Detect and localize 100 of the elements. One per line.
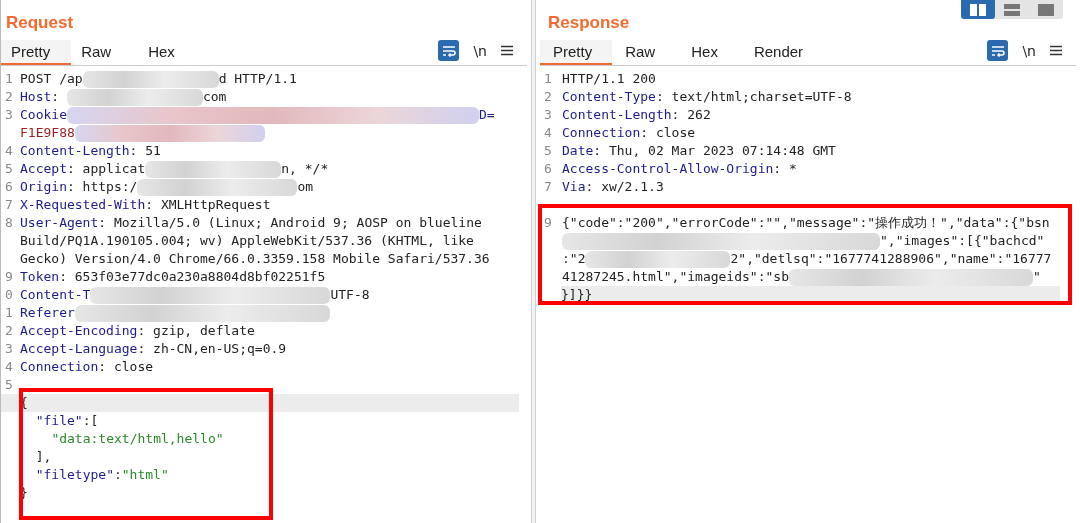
code-text: " bbox=[1033, 268, 1041, 286]
code-text: Origin bbox=[20, 178, 67, 196]
newline-toggle[interactable]: \n bbox=[473, 42, 487, 59]
line-number: 3 bbox=[5, 341, 13, 356]
code-text: Connection bbox=[20, 358, 99, 376]
wrap-toggle[interactable] bbox=[438, 40, 460, 61]
code-text: Content-Type bbox=[562, 88, 656, 106]
view-tab[interactable]: Pretty bbox=[540, 40, 613, 65]
code-text: 2","detlsq":"1677741288906","name":"16777 bbox=[730, 250, 1052, 268]
code-text: "html" bbox=[121, 466, 169, 484]
line-number: 2 bbox=[5, 323, 13, 338]
code-text: : applicat bbox=[66, 160, 146, 178]
code-text: D= bbox=[478, 106, 495, 124]
code-text: 41287245.html","imageids":"sb bbox=[562, 268, 789, 286]
line-number: 9 bbox=[544, 215, 552, 230]
code-text: {"code":"200","errorCode":"","message":"操作成功！","data":{"bsn bbox=[562, 214, 1050, 232]
menu-icon bbox=[1050, 45, 1062, 56]
code-text: Content-Length bbox=[20, 142, 130, 160]
code-text: Host bbox=[20, 88, 52, 106]
pane-title: Request bbox=[6, 13, 74, 33]
code-text: "filetype" bbox=[35, 466, 114, 484]
wrap-toggle[interactable] bbox=[987, 40, 1009, 61]
line-number: 3 bbox=[544, 107, 552, 122]
code-text: : 262 bbox=[671, 106, 711, 124]
code-text: Gecko) Version/4.0 Chrome/66.0.3359.158 Mobile Safari/537.36 bbox=[20, 250, 490, 268]
code-text: Via bbox=[562, 178, 586, 196]
wrap-lines-icon bbox=[990, 44, 1005, 57]
code-text: : gzip, deflate bbox=[137, 322, 255, 340]
line-number: 4 bbox=[544, 125, 552, 140]
code-text: Access-Control-Allow-Origin bbox=[562, 160, 774, 178]
line-number: 7 bbox=[544, 179, 552, 194]
columns-icon bbox=[970, 3, 986, 16]
code-text: :[ bbox=[82, 412, 99, 430]
code-text: d HTTP/1.1 bbox=[218, 70, 297, 88]
code-text: : xw/2.1.3 bbox=[585, 178, 664, 196]
code-text: X-Requested-With bbox=[20, 196, 146, 214]
line-number: 9 bbox=[5, 269, 13, 284]
code-text: UTF-8 bbox=[330, 286, 370, 304]
code-text: n, */* bbox=[281, 160, 329, 178]
line-number: 1 bbox=[5, 71, 13, 86]
code-text: : zh-CN,en-US;q=0.9 bbox=[137, 340, 287, 358]
line-number: 4 bbox=[5, 359, 13, 374]
newline-toggle[interactable]: \n bbox=[1022, 42, 1036, 59]
code-text: :"2 bbox=[562, 250, 586, 268]
code-text: : 51 bbox=[129, 142, 161, 160]
code-text: Connection bbox=[562, 124, 641, 142]
line-number: 1 bbox=[544, 71, 552, 86]
line-number: 2 bbox=[5, 89, 13, 104]
view-tab[interactable]: Render bbox=[740, 40, 827, 65]
menu-button[interactable] bbox=[1050, 45, 1062, 56]
code-text: Date bbox=[562, 142, 594, 160]
code-text: : * bbox=[773, 160, 797, 178]
layout-toggle[interactable] bbox=[961, 0, 995, 19]
code-text: : text/html;charset=UTF-8 bbox=[655, 88, 852, 106]
line-number: 6 bbox=[544, 161, 552, 176]
code-text: Token bbox=[20, 268, 60, 286]
line-number: 5 bbox=[5, 377, 13, 392]
code-text: Referer bbox=[20, 304, 75, 322]
code-text: "file" bbox=[35, 412, 83, 430]
code-text: com bbox=[202, 88, 227, 106]
code-text: : close bbox=[98, 358, 154, 376]
code-text: HTTP/1.1 200 bbox=[562, 70, 656, 88]
menu-icon bbox=[501, 45, 513, 56]
view-tab[interactable]: Hex bbox=[138, 40, 206, 65]
code-text: Accept bbox=[20, 160, 67, 178]
view-tab[interactable]: Raw bbox=[71, 40, 139, 65]
view-tab[interactable]: Raw bbox=[612, 40, 679, 65]
code-text: : 653f03e77dc0a230a8804d8bf02251f5 bbox=[59, 268, 326, 286]
code-text: : bbox=[51, 88, 61, 106]
code-text: ","images":[{"bachcd" bbox=[880, 232, 1045, 250]
view-tab[interactable]: Hex bbox=[678, 40, 741, 65]
line-number: 3 bbox=[5, 107, 13, 122]
code-text: Cookie bbox=[20, 106, 67, 124]
line-number: 2 bbox=[544, 89, 552, 104]
code-text: F1E9F88 bbox=[20, 124, 75, 142]
code-text: Build/PQ1A.190105.004; wv) AppleWebKit/537.36 (KHTML, like bbox=[20, 232, 474, 250]
code-text: : Mozilla/5.0 (Linux; Android 9; AOSP on blueline bbox=[98, 214, 482, 232]
line-number: 6 bbox=[5, 179, 13, 194]
line-number: 0 bbox=[5, 287, 13, 302]
line-number: 8 bbox=[5, 215, 13, 230]
pane-title: Response bbox=[548, 13, 630, 33]
code-text: User-Agent bbox=[20, 214, 99, 232]
line-number: 7 bbox=[5, 197, 13, 212]
wrap-lines-icon bbox=[441, 44, 456, 57]
code-text: : XMLHttpRequest bbox=[145, 196, 271, 214]
line-number: 1 bbox=[5, 305, 13, 320]
code-text: ], bbox=[35, 448, 52, 466]
code-text: POST /ap bbox=[20, 70, 83, 88]
view-tab[interactable]: Pretty bbox=[1, 40, 72, 65]
menu-button[interactable] bbox=[501, 45, 513, 56]
code-text: Accept-Language bbox=[20, 340, 138, 358]
rows-icon bbox=[1004, 3, 1020, 16]
line-number: 5 bbox=[5, 161, 13, 176]
code-text: : https:/ bbox=[66, 178, 138, 196]
code-text: om bbox=[297, 178, 314, 196]
code-text: Content-Length bbox=[562, 106, 672, 124]
code-text: "data:text/html,hello" bbox=[51, 430, 224, 448]
code-text: }]}} bbox=[561, 286, 593, 304]
line-number: 5 bbox=[544, 143, 552, 158]
code-text: : close bbox=[640, 124, 696, 142]
